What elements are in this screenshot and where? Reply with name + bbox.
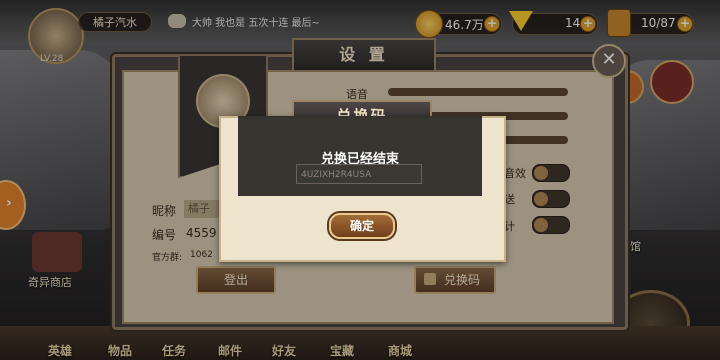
redeem-code-input[interactable]: 4UZIXH2R4USA [296, 164, 422, 184]
confirm-button[interactable]: 确定 [329, 213, 395, 239]
